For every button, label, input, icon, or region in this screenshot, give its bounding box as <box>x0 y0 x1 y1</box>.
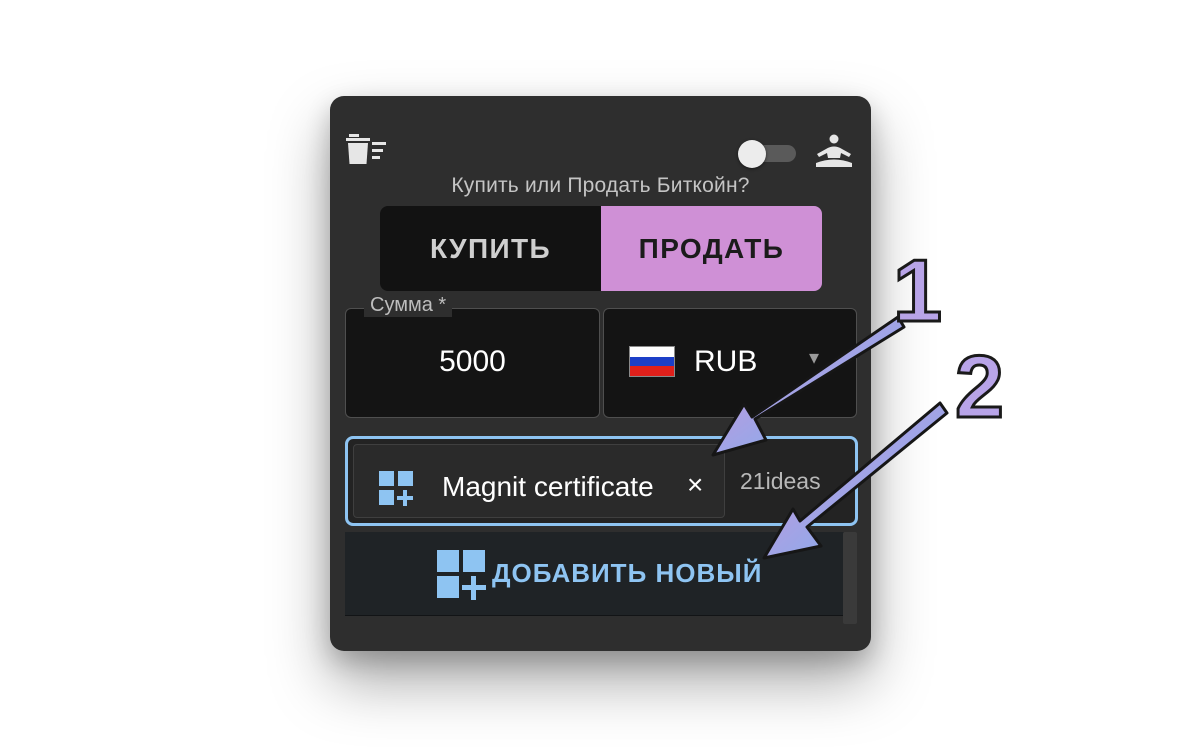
add-new-button[interactable]: ДОБАВИТЬ НОВЫЙ <box>345 532 844 616</box>
mode-toggle[interactable] <box>738 140 798 168</box>
currency-code: RUB <box>694 345 758 378</box>
amount-label: Сумма * <box>364 294 453 317</box>
close-icon[interactable]: × <box>687 469 703 501</box>
toggle-knob <box>738 140 766 168</box>
meditation-icon[interactable] <box>813 134 855 170</box>
payment-method-field[interactable]: Magnit certificate × 21ideas <box>345 436 858 526</box>
overflow-text: 21ideas <box>740 468 821 494</box>
add-new-label: ДОБАВИТЬ НОВЫЙ <box>492 558 763 588</box>
trade-widget-panel: Купить или Продать Биткойн? КУПИТЬ ПРОДА… <box>330 96 871 651</box>
grid-plus-icon <box>379 471 413 506</box>
clear-list-icon[interactable] <box>346 132 388 166</box>
payment-method-chip: Magnit certificate × <box>353 444 725 518</box>
trade-mode-selector: КУПИТЬ ПРОДАТЬ <box>380 206 822 291</box>
annotation-number-1: 1 <box>892 241 944 340</box>
grid-plus-icon <box>437 550 486 600</box>
sell-button[interactable]: ПРОДАТЬ <box>601 206 822 291</box>
currency-select[interactable]: RUB ▾ <box>603 308 857 418</box>
annotation-number-2: 2 <box>954 337 1006 436</box>
scrollbar[interactable] <box>843 532 857 624</box>
buy-button[interactable]: КУПИТЬ <box>380 206 601 291</box>
chip-label: Magnit certificate <box>442 471 654 502</box>
amount-field[interactable]: Сумма * 5000 <box>345 294 600 418</box>
russia-flag-icon <box>629 346 675 377</box>
screenshot-stage: Купить или Продать Биткойн? КУПИТЬ ПРОДА… <box>0 0 1200 750</box>
trade-question: Купить или Продать Биткойн? <box>451 174 750 197</box>
amount-value[interactable]: 5000 <box>346 345 599 379</box>
chevron-down-icon: ▾ <box>809 347 820 369</box>
